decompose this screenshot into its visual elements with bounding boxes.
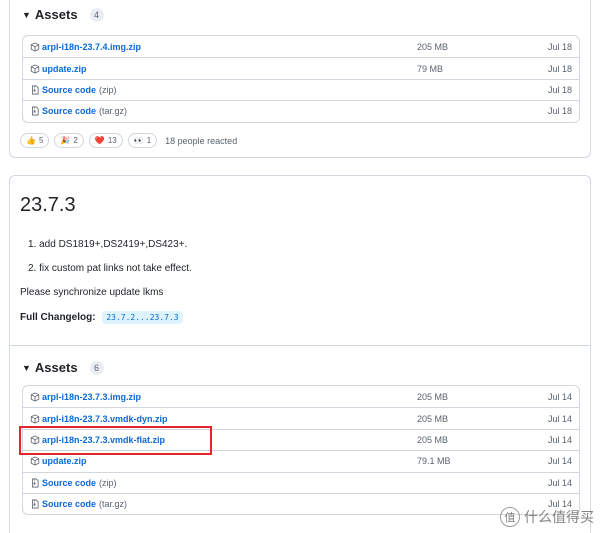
eyes-icon: 👀 (133, 136, 144, 145)
assets-toggle[interactable]: ▼ Assets 4 (22, 7, 104, 22)
assets-toggle[interactable]: ▼ Assets 6 (22, 360, 104, 375)
reaction-count: 1 (146, 136, 152, 145)
sync-text: Please synchronize update lkms (20, 287, 164, 298)
asset-size: 79 MB (417, 63, 444, 74)
asset-link[interactable]: arpl-i18n-23.7.3.vmdk-dyn.zip (30, 414, 168, 424)
assets-label: Assets (34, 7, 78, 22)
reactions-bar: 👍 5 🎉 2 ❤️ 13 👀 1 18 people reacted (20, 133, 237, 148)
asset-link[interactable]: arpl-i18n-23.7.3.img.zip (30, 392, 141, 402)
asset-ext: (tar.gz) (99, 499, 128, 510)
file-zip-icon (32, 499, 39, 509)
reaction-count: 13 (107, 136, 117, 145)
asset-name: update.zip (42, 63, 87, 74)
watermark: 值 什么值得买 (500, 507, 594, 527)
heart-icon: ❤️ (94, 136, 105, 145)
release-card-23-7-3: 23.7.3 1. add DS1819+,DS2419+,DS423+. 2.… (9, 175, 591, 533)
asset-date: Jul 18 (547, 106, 572, 117)
package-icon (30, 64, 40, 74)
asset-date: Jul 18 (547, 84, 572, 95)
changelog-line: Full Changelog: 23.7.2...23.7.3 (20, 311, 183, 324)
caret-down-icon: ▼ (22, 362, 31, 373)
release-note-item: 2. fix custom pat links not take effect. (28, 263, 192, 274)
asset-row[interactable]: Source code (tar.gz) Jul 14 (23, 492, 579, 514)
release-notes: 1. add DS1819+,DS2419+,DS423+. 2. fix cu… (20, 239, 192, 287)
assets-label: Assets (34, 360, 78, 375)
hooray-icon: 🎉 (60, 136, 71, 145)
reacted-summary: 18 people reacted (165, 135, 238, 146)
package-icon (30, 42, 40, 52)
file-zip-icon (32, 85, 39, 95)
caret-down-icon: ▼ (22, 9, 31, 20)
changelog-colon: : (92, 312, 96, 323)
changelog-range-link[interactable]: 23.7.2...23.7.3 (102, 311, 183, 324)
asset-ext: (tar.gz) (99, 106, 128, 117)
asset-date: Jul 14 (547, 413, 572, 424)
reaction-count: 2 (73, 136, 78, 145)
asset-size: 205 MB (417, 413, 449, 424)
highlight-annotation (19, 426, 212, 455)
asset-date: Jul 14 (547, 391, 572, 402)
release-card-23-7-4: ▼ Assets 4 arpl-i18n-23.7.4.img.zip 205 … (9, 0, 591, 158)
asset-date: Jul 14 (547, 456, 572, 467)
asset-row[interactable]: arpl-i18n-23.7.4.img.zip 205 MB Jul 18 (23, 36, 579, 57)
asset-date: Jul 18 (547, 41, 572, 52)
file-zip-icon (32, 106, 39, 116)
asset-link[interactable]: Source code (zip) (30, 478, 117, 488)
asset-name: Source code (42, 499, 97, 510)
asset-row[interactable]: Source code (zip) Jul 14 (23, 471, 579, 493)
asset-ext: (zip) (99, 477, 117, 488)
reaction-thumbs-up[interactable]: 👍 5 (20, 133, 50, 148)
asset-date: Jul 14 (547, 434, 572, 445)
file-zip-icon (32, 478, 39, 488)
asset-row[interactable]: Source code (zip) Jul 18 (23, 78, 579, 100)
asset-date: Jul 14 (547, 477, 572, 488)
release-title[interactable]: 23.7.3 (20, 194, 76, 217)
asset-link[interactable]: Source code (tar.gz) (30, 106, 127, 116)
asset-link[interactable]: update.zip (30, 456, 87, 466)
asset-link[interactable]: update.zip (30, 64, 87, 74)
asset-ext: (zip) (99, 84, 117, 95)
asset-row[interactable]: arpl-i18n-23.7.3.img.zip 205 MB Jul 14 (23, 386, 579, 407)
assets-count-badge: 6 (89, 360, 104, 375)
asset-row[interactable]: update.zip 79 MB Jul 18 (23, 57, 579, 78)
reaction-heart[interactable]: ❤️ 13 (88, 133, 123, 148)
asset-link[interactable]: Source code (zip) (30, 85, 117, 95)
reaction-hooray[interactable]: 🎉 2 (54, 133, 84, 148)
asset-name: Source code (42, 477, 97, 488)
asset-link[interactable]: Source code (tar.gz) (30, 499, 127, 509)
asset-date: Jul 18 (547, 63, 572, 74)
changelog-label: Full Changelog (20, 312, 93, 323)
package-icon (30, 392, 40, 402)
divider (10, 345, 590, 346)
asset-name: arpl-i18n-23.7.3.vmdk-dyn.zip (42, 413, 168, 424)
watermark-text: 什么值得买 (524, 509, 594, 525)
reaction-count: 5 (38, 136, 44, 145)
asset-name: Source code (42, 106, 97, 117)
package-icon (30, 456, 40, 466)
thumbs-up-icon: 👍 (26, 136, 36, 145)
watermark-logo-icon: 值 (500, 507, 520, 527)
asset-list: arpl-i18n-23.7.4.img.zip 205 MB Jul 18 u… (22, 35, 580, 123)
asset-name: Source code (42, 84, 97, 95)
asset-size: 79.1 MB (417, 456, 451, 467)
assets-count-badge: 4 (89, 7, 104, 22)
release-note-item: 1. add DS1819+,DS2419+,DS423+. (28, 239, 188, 250)
asset-size: 205 MB (417, 391, 449, 402)
asset-name: arpl-i18n-23.7.4.img.zip (42, 41, 142, 52)
asset-size: 205 MB (417, 41, 449, 52)
package-icon (30, 414, 40, 424)
asset-link[interactable]: arpl-i18n-23.7.4.img.zip (30, 42, 141, 52)
asset-name: arpl-i18n-23.7.3.img.zip (42, 391, 142, 402)
asset-size: 205 MB (417, 434, 449, 445)
asset-row[interactable]: Source code (tar.gz) Jul 18 (23, 100, 579, 121)
asset-name: update.zip (42, 456, 87, 467)
reaction-eyes[interactable]: 👀 1 (127, 133, 158, 148)
